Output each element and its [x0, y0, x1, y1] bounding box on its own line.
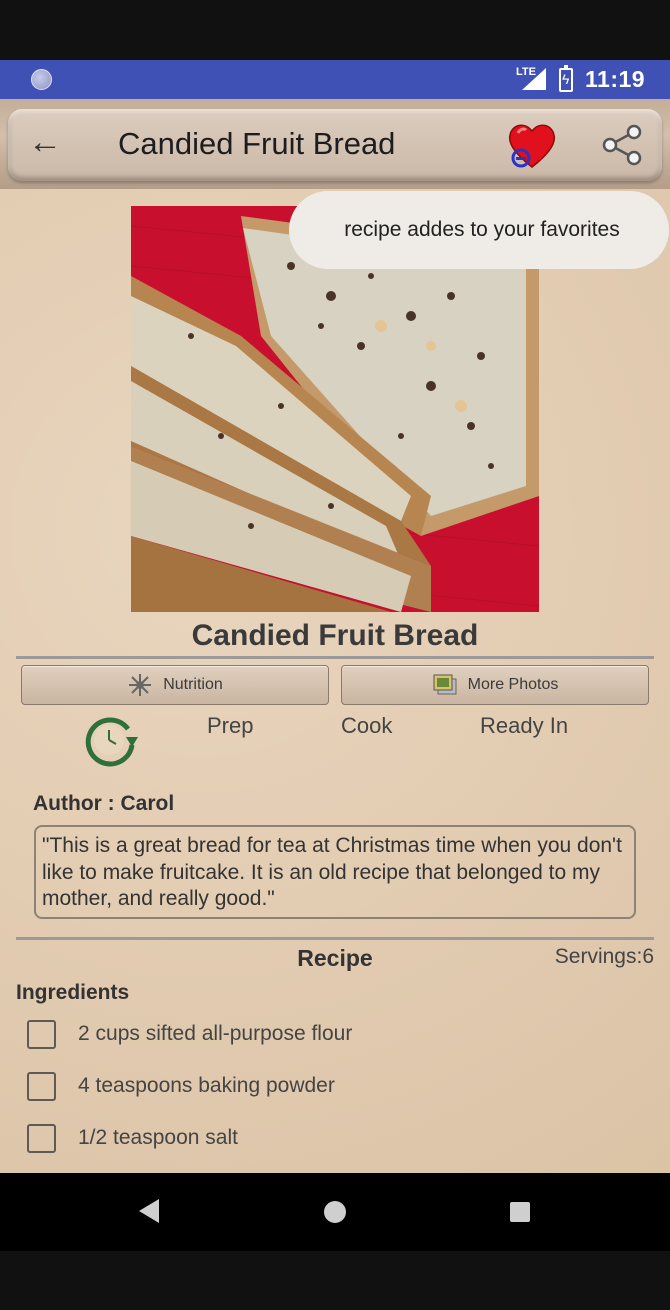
heart-icon[interactable] — [506, 121, 558, 171]
favorites-toast: recipe addes to your favorites — [289, 191, 669, 269]
servings-label: Servings:6 — [554, 945, 654, 968]
more-photos-button[interactable]: More Photos — [341, 665, 649, 705]
author-label: Author : Carol — [33, 792, 175, 815]
ingredient-checkbox[interactable] — [27, 1019, 56, 1049]
bottom-bezel — [0, 1251, 670, 1310]
ingredient-checkbox[interactable] — [27, 1123, 56, 1153]
divider — [16, 656, 654, 659]
ingredient-item[interactable]: 2 cups sifted all-purpose flour — [27, 1019, 352, 1049]
share-icon[interactable] — [600, 124, 644, 166]
clock-icon — [85, 717, 138, 767]
ready-in-label: Ready In — [480, 713, 569, 738]
more-photos-label: More Photos — [467, 676, 559, 693]
nutrition-label: Nutrition — [163, 676, 223, 693]
ingredient-text: 4 teaspoons baking powder — [78, 1074, 335, 1097]
recipe-title: Candied Fruit Bread — [191, 619, 479, 652]
ingredient-text: 2 cups sifted all-purpose flour — [78, 1022, 353, 1045]
nutrition-icon — [129, 674, 152, 696]
cook-label: Cook — [341, 713, 393, 738]
prep-label: Prep — [207, 713, 254, 738]
photos-icon — [433, 674, 457, 695]
nav-recents-icon[interactable] — [510, 1202, 530, 1222]
ingredient-item[interactable]: 4 teaspoons baking powder — [27, 1071, 335, 1101]
ingredient-text: 1/2 teaspoon salt — [78, 1126, 238, 1149]
clock: 11:19 — [585, 66, 646, 92]
back-arrow-icon[interactable]: ← — [28, 125, 62, 159]
recipe-screen: ← Candied Fruit Bread recipe addes to yo… — [0, 99, 670, 1173]
ingredients-heading: Ingredients — [16, 981, 130, 1004]
nav-home-icon[interactable] — [324, 1201, 346, 1223]
nutrition-button[interactable]: Nutrition — [21, 665, 329, 705]
divider — [16, 937, 654, 940]
nav-back-icon[interactable] — [139, 1199, 159, 1223]
status-bar: LTE 11:19 — [0, 60, 670, 99]
battery-icon — [559, 65, 573, 92]
top-bezel — [0, 0, 670, 60]
navigation-bar — [0, 1173, 670, 1251]
recipe-description: "This is a great bread for tea at Christ… — [34, 825, 636, 919]
app-bar: ← Candied Fruit Bread — [0, 99, 670, 189]
signal-icon — [522, 68, 546, 90]
ingredient-checkbox[interactable] — [27, 1071, 56, 1101]
ingredient-item[interactable]: 1/2 teaspoon salt — [27, 1123, 238, 1153]
app-bar-title: Candied Fruit Bread — [118, 126, 396, 161]
notification-icon — [31, 69, 52, 90]
